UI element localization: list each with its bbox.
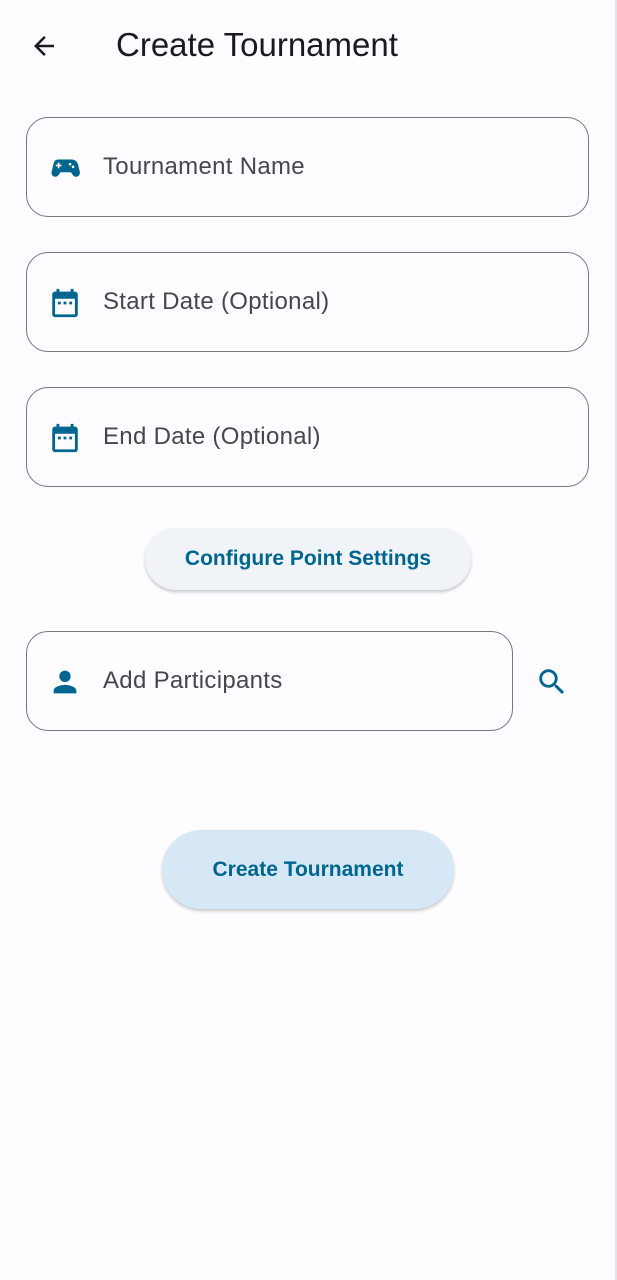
search-participants-button[interactable] <box>528 658 576 706</box>
gamepad-icon <box>47 150 83 186</box>
search-icon <box>539 669 565 695</box>
page-title: Create Tournament <box>116 26 398 63</box>
end-date-placeholder: End Date (Optional) <box>103 422 321 450</box>
back-button[interactable] <box>20 22 68 70</box>
start-date-field[interactable]: Start Date (Optional) <box>26 252 589 352</box>
calendar-icon <box>47 285 83 321</box>
app-bar: Create Tournament <box>0 0 615 90</box>
tournament-name-placeholder: Tournament Name <box>103 152 305 180</box>
arrow-back-icon <box>34 36 54 56</box>
person-icon <box>47 664 83 700</box>
add-participants-placeholder: Add Participants <box>103 666 283 694</box>
end-date-field[interactable]: End Date (Optional) <box>26 387 589 487</box>
tournament-name-field[interactable]: Tournament Name <box>26 117 589 217</box>
create-tournament-button[interactable]: Create Tournament <box>162 830 454 909</box>
configure-point-settings-button[interactable]: Configure Point Settings <box>145 528 471 590</box>
start-date-placeholder: Start Date (Optional) <box>103 287 330 315</box>
add-participants-field[interactable]: Add Participants <box>26 631 513 731</box>
calendar-icon <box>47 420 83 456</box>
